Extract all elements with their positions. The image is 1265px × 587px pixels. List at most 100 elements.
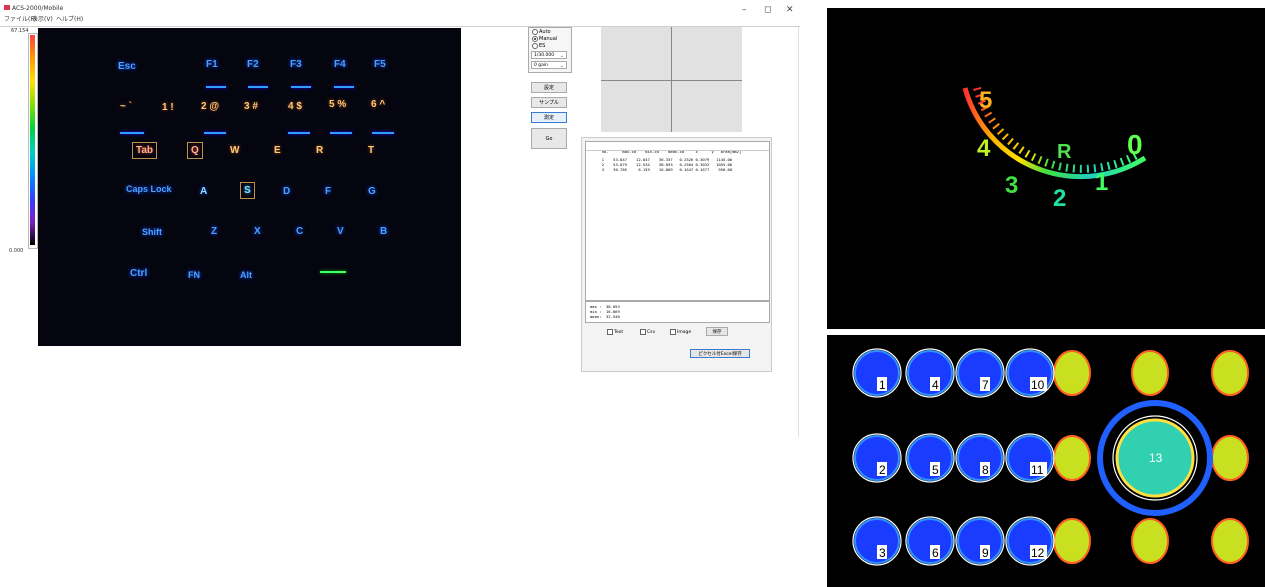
go-button[interactable]: Go <box>531 128 567 149</box>
gauge-label-5: 5 <box>979 87 992 114</box>
key-f3: F3 <box>290 59 302 70</box>
key-capslock: Caps Lock <box>126 184 172 194</box>
key-f2: F2 <box>247 59 259 70</box>
key-x: X <box>254 226 261 237</box>
measure-button[interactable]: 測定 <box>531 112 567 123</box>
chevron-down-icon: ⌄ <box>559 53 564 59</box>
menu-view[interactable]: 表示(V) <box>32 14 53 23</box>
gauge-label-1: 1 <box>1095 169 1108 196</box>
gauge-label-0: 0 <box>1127 129 1143 160</box>
radio-dot <box>532 29 538 35</box>
button-blob-warm <box>1211 518 1249 564</box>
key-b: B <box>380 226 388 237</box>
key-glow-bar <box>248 86 268 88</box>
roi-label: 1 <box>879 378 886 392</box>
radio-es-label: ES <box>539 43 546 49</box>
gauge-label-3: 3 <box>1005 172 1018 199</box>
key-glow-bar <box>291 86 311 88</box>
settings-button[interactable]: 設定 <box>531 82 567 93</box>
key-glow-bar <box>206 86 226 88</box>
key-f4: F4 <box>334 59 346 70</box>
maximize-button[interactable]: ◻ <box>764 5 771 15</box>
key-g: G <box>368 186 376 197</box>
roi-label: 13 <box>1149 451 1163 465</box>
checkbox-csv[interactable]: Csv <box>640 329 655 335</box>
stat-mean-label: mean: <box>590 314 602 319</box>
colorbar <box>30 35 35 245</box>
radio-dot <box>532 36 538 42</box>
chevron-down-icon: ⌄ <box>559 63 564 69</box>
key-tab-roi[interactable]: Tab <box>132 142 158 159</box>
key-s-roi[interactable]: S <box>240 182 255 199</box>
checkbox-box <box>640 329 646 335</box>
shutter-select[interactable]: 1/30.000 ⌄ <box>531 51 567 59</box>
gauge-luminance-photo: 5 4 3 2 1 0 R <box>827 8 1265 329</box>
gauge-label-r: R <box>1057 141 1072 163</box>
gain-value: 0 gain <box>534 63 549 68</box>
key-2: 2 @ <box>201 101 220 112</box>
radio-manual[interactable]: Manual <box>532 36 557 42</box>
checkbox-text[interactable]: Text <box>607 329 623 335</box>
roi-label: 4 <box>932 378 939 392</box>
roi-label: 2 <box>879 463 886 477</box>
key-t: T <box>368 145 375 156</box>
cell: 16.869 <box>658 167 673 172</box>
results-table[interactable]: no. max-cd min-cd mean-cd x y area[mm2] … <box>585 141 770 301</box>
colorbar-max: 67.154 <box>11 28 29 34</box>
roi-label: 10 <box>1031 378 1045 392</box>
close-button[interactable]: ✕ <box>786 5 794 15</box>
key-f1: F1 <box>206 59 218 70</box>
key-e: E <box>274 145 281 156</box>
radio-auto[interactable]: Auto <box>532 29 551 35</box>
key-c: C <box>296 226 304 237</box>
gauge-label-2: 2 <box>1053 185 1066 212</box>
summary-stats: max : 38.093 min : 16.869 mean: 32.540 <box>585 301 770 323</box>
checkbox-image[interactable]: Image <box>670 329 691 335</box>
excel-save-button[interactable]: ピクセル付Excel保存 <box>690 349 750 358</box>
key-glow-bar <box>334 86 354 88</box>
buttons-svg: 1 2 3 4 5 6 7 8 9 10 11 12 13 <box>852 348 1249 566</box>
roi-label: 6 <box>932 546 939 560</box>
radio-es[interactable]: ES <box>532 43 545 49</box>
checkbox-box <box>670 329 676 335</box>
minimize-button[interactable]: – <box>742 5 747 15</box>
stat-mean: mean: 32.540 <box>590 314 620 319</box>
button-blob-warm <box>1211 350 1249 396</box>
header-divider <box>586 150 769 151</box>
table-row[interactable]: 3 30.785 6.159 16.869 0.1647 0.1677 950.… <box>588 162 732 177</box>
crosshair-preview[interactable] <box>601 27 742 132</box>
cell: 30.785 <box>613 167 627 172</box>
checkbox-image-label: Image <box>677 329 692 335</box>
button-blob-warm <box>1053 350 1091 396</box>
key-alt: Alt <box>240 270 252 280</box>
luminance-image-view[interactable]: Esc F1 F2 F3 F4 F5 ~ ` 1 ! 2 @ 3 # 4 $ 5… <box>38 28 461 346</box>
roi-label: 12 <box>1031 546 1045 560</box>
roi-label: 8 <box>982 463 989 477</box>
app-icon <box>4 5 10 10</box>
key-glow-bar <box>288 132 310 134</box>
sample-button[interactable]: サンプル <box>531 97 567 108</box>
key-glow-bar <box>120 132 144 134</box>
window-edge <box>798 27 799 437</box>
window-title: ACS-2000/Mobile <box>12 5 64 12</box>
cell: 0.1647 <box>679 167 694 172</box>
gauge-label-4: 4 <box>977 135 991 162</box>
key-f5: F5 <box>374 59 386 70</box>
gain-select[interactable]: 0 gain ⌄ <box>531 61 567 69</box>
title-bar: ACS-2000/Mobile <box>0 0 800 14</box>
buttons-luminance-photo: 1 2 3 4 5 6 7 8 9 10 11 12 13 <box>827 335 1265 587</box>
key-shift: Shift <box>142 227 162 237</box>
key-r: R <box>316 145 324 156</box>
key-esc: Esc <box>118 61 136 72</box>
key-tilde: ~ ` <box>120 101 132 112</box>
results-panel: no. max-cd min-cd mean-cd x y area[mm2] … <box>581 137 772 372</box>
key-6: 6 ^ <box>371 99 386 110</box>
key-glow-bar <box>330 132 352 134</box>
menu-help[interactable]: ヘルプ(H) <box>56 14 83 23</box>
key-ctrl: Ctrl <box>130 268 148 279</box>
key-1: 1 ! <box>162 102 174 113</box>
key-z: Z <box>211 226 218 237</box>
save-button[interactable]: 保存 <box>706 327 728 336</box>
button-blob-warm <box>1131 350 1169 396</box>
key-q-roi[interactable]: Q <box>187 142 203 159</box>
